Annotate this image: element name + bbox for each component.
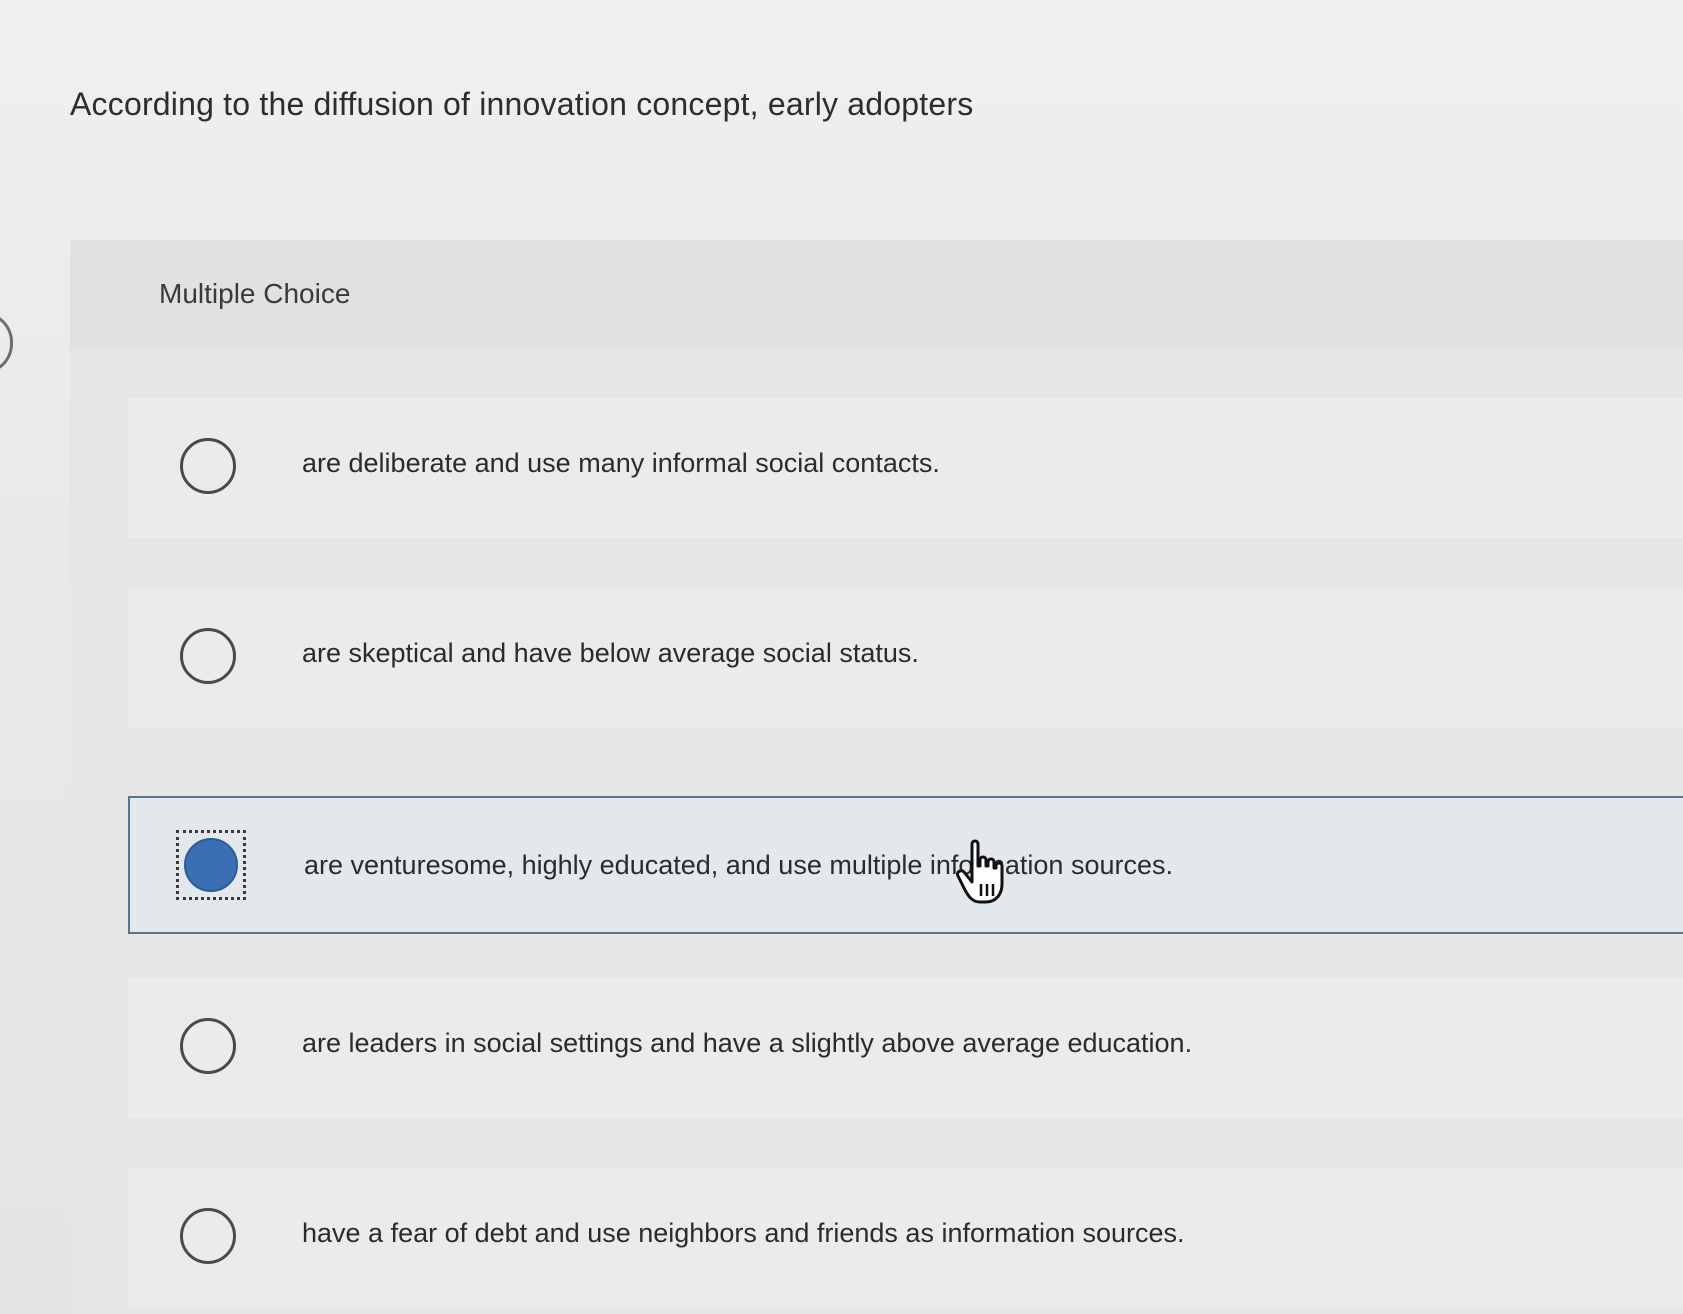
choice-text: are deliberate and use many informal soc… [302,448,940,478]
choice-option-1[interactable]: are deliberate and use many informal soc… [128,398,1683,538]
choice-option-5[interactable]: have a fear of debt and use neighbors an… [128,1168,1683,1308]
hand-pointer-icon [956,839,1004,904]
choice-text: have a fear of debt and use neighbors an… [302,1218,1185,1248]
choice-text: are venturesome, highly educated, and us… [304,850,1173,880]
choice-option-3[interactable]: are venturesome, highly educated, and us… [128,796,1683,934]
choice-text: are leaders in social settings and have … [302,1028,1193,1058]
radio-button[interactable] [180,1208,236,1264]
radio-button-selected [184,838,238,892]
radio-button[interactable] [180,628,236,684]
question-type-label: Multiple Choice [159,278,351,309]
question-title: According to the diffusion of innovation… [70,86,974,122]
radio-button[interactable] [180,1018,236,1074]
choice-option-2[interactable]: are skeptical and have below average soc… [128,588,1683,728]
radio-button[interactable] [180,438,236,494]
choice-text: are skeptical and have below average soc… [302,638,919,668]
radio-focus-ring[interactable] [176,830,246,900]
choice-option-4[interactable]: are leaders in social settings and have … [128,978,1683,1118]
